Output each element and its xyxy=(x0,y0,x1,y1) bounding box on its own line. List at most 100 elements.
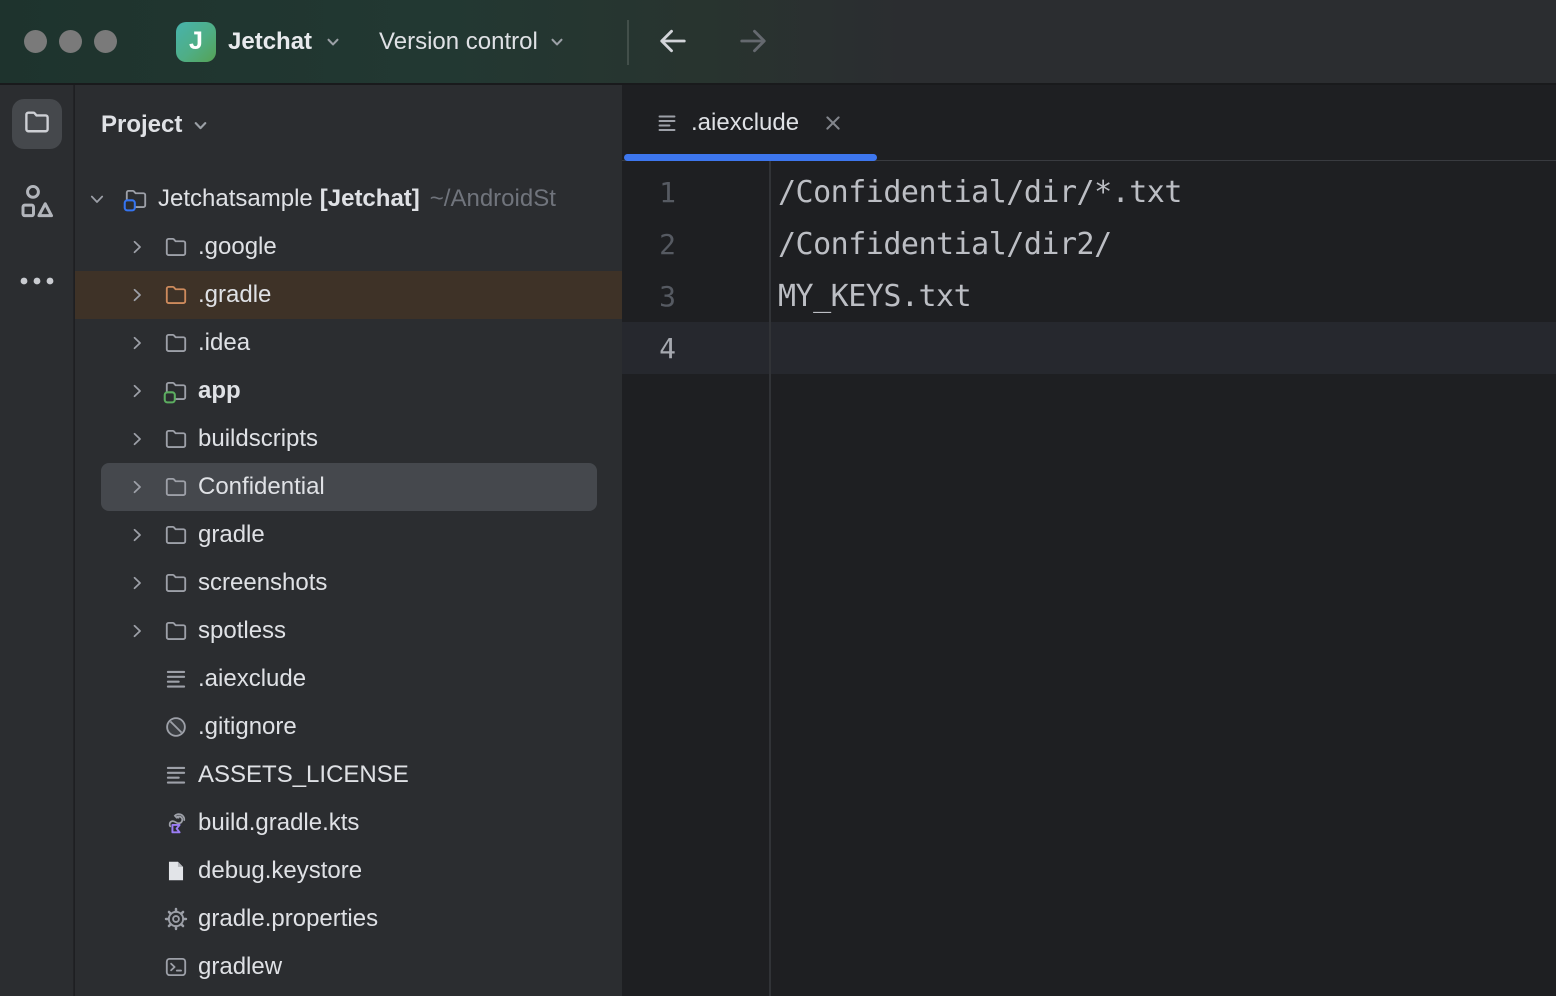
tree-row[interactable]: Jetchatsample[Jetchat] ~/AndroidSt xyxy=(75,175,622,223)
tree-row[interactable]: app xyxy=(75,367,622,415)
chevron-right-icon[interactable] xyxy=(126,236,148,258)
shell-file-icon xyxy=(163,954,189,980)
line-number[interactable]: 4 xyxy=(622,332,769,365)
code-line[interactable]: 2/Confidential/dir2/ xyxy=(622,218,1556,270)
vcs-widget[interactable]: Version control xyxy=(379,28,566,56)
tree-item-label: Jetchatsample xyxy=(158,185,313,213)
code-text: /Confidential/dir2/ xyxy=(769,227,1112,262)
navigate-back-button[interactable] xyxy=(650,20,696,66)
tree-item-label: debug.keystore xyxy=(198,857,362,885)
tree-item-label: spotless xyxy=(198,617,286,645)
tree-item-label: .gitignore xyxy=(198,713,297,741)
folder-module-icon xyxy=(123,186,149,212)
arrow-right-icon xyxy=(735,23,771,64)
toolbar-separator xyxy=(627,20,629,65)
tree-item-label: .idea xyxy=(198,329,250,357)
tree-row[interactable]: gradle.properties xyxy=(75,895,622,943)
code-text: MY_KEYS.txt xyxy=(769,279,971,314)
tree-row[interactable]: screenshots xyxy=(75,559,622,607)
project-tree: Jetchatsample[Jetchat] ~/AndroidSt .google… xyxy=(75,175,622,991)
tree-row[interactable]: gradlew xyxy=(75,943,622,991)
tree-row[interactable]: .gitignore xyxy=(75,703,622,751)
chevron-spacer xyxy=(126,812,148,834)
minimize-window-button[interactable] xyxy=(59,30,82,53)
chevron-right-icon[interactable] xyxy=(126,428,148,450)
line-number[interactable]: 2 xyxy=(622,228,769,261)
tree-item-label: app xyxy=(198,377,241,405)
tree-row[interactable]: gradle xyxy=(75,511,622,559)
chevron-spacer xyxy=(126,668,148,690)
editor-tab-bar: .aiexclude xyxy=(622,85,1556,161)
tree-row[interactable]: .aiexclude xyxy=(75,655,622,703)
tree-item-label: screenshots xyxy=(198,569,327,597)
stripe-item-structure[interactable] xyxy=(13,180,61,228)
tree-row[interactable]: .gradle xyxy=(75,271,622,319)
tree-item-label: gradlew xyxy=(198,953,282,981)
line-number[interactable]: 1 xyxy=(622,176,769,209)
chevron-spacer xyxy=(126,716,148,738)
chevron-right-icon[interactable] xyxy=(126,524,148,546)
tool-window-stripe xyxy=(0,85,74,996)
project-panel-header[interactable]: Project xyxy=(75,85,622,175)
navigate-forward-button[interactable] xyxy=(730,20,776,66)
tree-item-label: .google xyxy=(198,233,277,261)
tree-item-label: .aiexclude xyxy=(198,665,306,693)
folder-icon xyxy=(163,522,189,548)
arrow-left-icon xyxy=(655,23,691,64)
line-number[interactable]: 3 xyxy=(622,280,769,313)
code-line[interactable]: 4 xyxy=(622,322,1556,374)
gutter-separator xyxy=(769,161,771,996)
tree-row[interactable]: ASSETS_LICENSE xyxy=(75,751,622,799)
stripe-item-more[interactable] xyxy=(13,269,61,297)
tree-row[interactable]: spotless xyxy=(75,607,622,655)
tree-row[interactable]: build.gradle.kts xyxy=(75,799,622,847)
generic-file-icon xyxy=(163,858,189,884)
tab-aiexclude[interactable]: .aiexclude xyxy=(622,85,877,160)
editor-area: .aiexclude 1/Confidential/dir/*.txt2/Con… xyxy=(622,85,1556,996)
project-widget[interactable]: J Jetchat xyxy=(176,22,342,62)
chevron-down-icon xyxy=(191,116,210,135)
close-tab-icon[interactable] xyxy=(823,113,843,133)
chevron-right-icon[interactable] xyxy=(126,332,148,354)
folder-icon xyxy=(163,330,189,356)
stripe-item-project[interactable] xyxy=(12,99,62,149)
code-line[interactable]: 1/Confidential/dir/*.txt xyxy=(622,166,1556,218)
ignore-file-icon xyxy=(163,714,189,740)
chevron-right-icon[interactable] xyxy=(126,380,148,402)
structure-icon xyxy=(16,181,58,228)
tree-row[interactable]: Confidential xyxy=(101,463,597,511)
more-icon xyxy=(17,274,57,293)
chevron-right-icon[interactable] xyxy=(126,476,148,498)
chevron-down-icon xyxy=(324,33,342,51)
chevron-spacer xyxy=(126,764,148,786)
tree-item-label: gradle xyxy=(198,521,265,549)
active-tab-underline xyxy=(624,154,877,161)
text-file-icon xyxy=(163,666,189,692)
chevron-right-icon[interactable] xyxy=(126,572,148,594)
main-toolbar: J Jetchat Version control xyxy=(0,0,1556,85)
code-line[interactable]: 3MY_KEYS.txt xyxy=(622,270,1556,322)
chevron-down-icon xyxy=(548,33,566,51)
tree-row[interactable]: debug.keystore xyxy=(75,847,622,895)
folder-icon xyxy=(163,474,189,500)
zoom-window-button[interactable] xyxy=(94,30,117,53)
tree-row[interactable]: .idea xyxy=(75,319,622,367)
folder-icon xyxy=(163,618,189,644)
tree-row[interactable]: .google xyxy=(75,223,622,271)
code-area[interactable]: 1/Confidential/dir/*.txt2/Confidential/d… xyxy=(622,166,1556,374)
chevron-spacer xyxy=(126,956,148,978)
project-logo-icon: J xyxy=(176,22,216,62)
project-widget-label: Jetchat xyxy=(228,28,312,56)
text-file-icon xyxy=(163,762,189,788)
chevron-spacer xyxy=(126,908,148,930)
tree-item-label: build.gradle.kts xyxy=(198,809,359,837)
chevron-down-icon[interactable] xyxy=(86,188,108,210)
tree-item-module-label: [Jetchat] xyxy=(320,185,420,213)
chevron-right-icon[interactable] xyxy=(126,620,148,642)
chevron-right-icon[interactable] xyxy=(126,284,148,306)
close-window-button[interactable] xyxy=(24,30,47,53)
folder-icon xyxy=(163,426,189,452)
tree-item-path: ~/AndroidSt xyxy=(430,185,556,213)
tree-item-label: gradle.properties xyxy=(198,905,378,933)
tree-row[interactable]: buildscripts xyxy=(75,415,622,463)
